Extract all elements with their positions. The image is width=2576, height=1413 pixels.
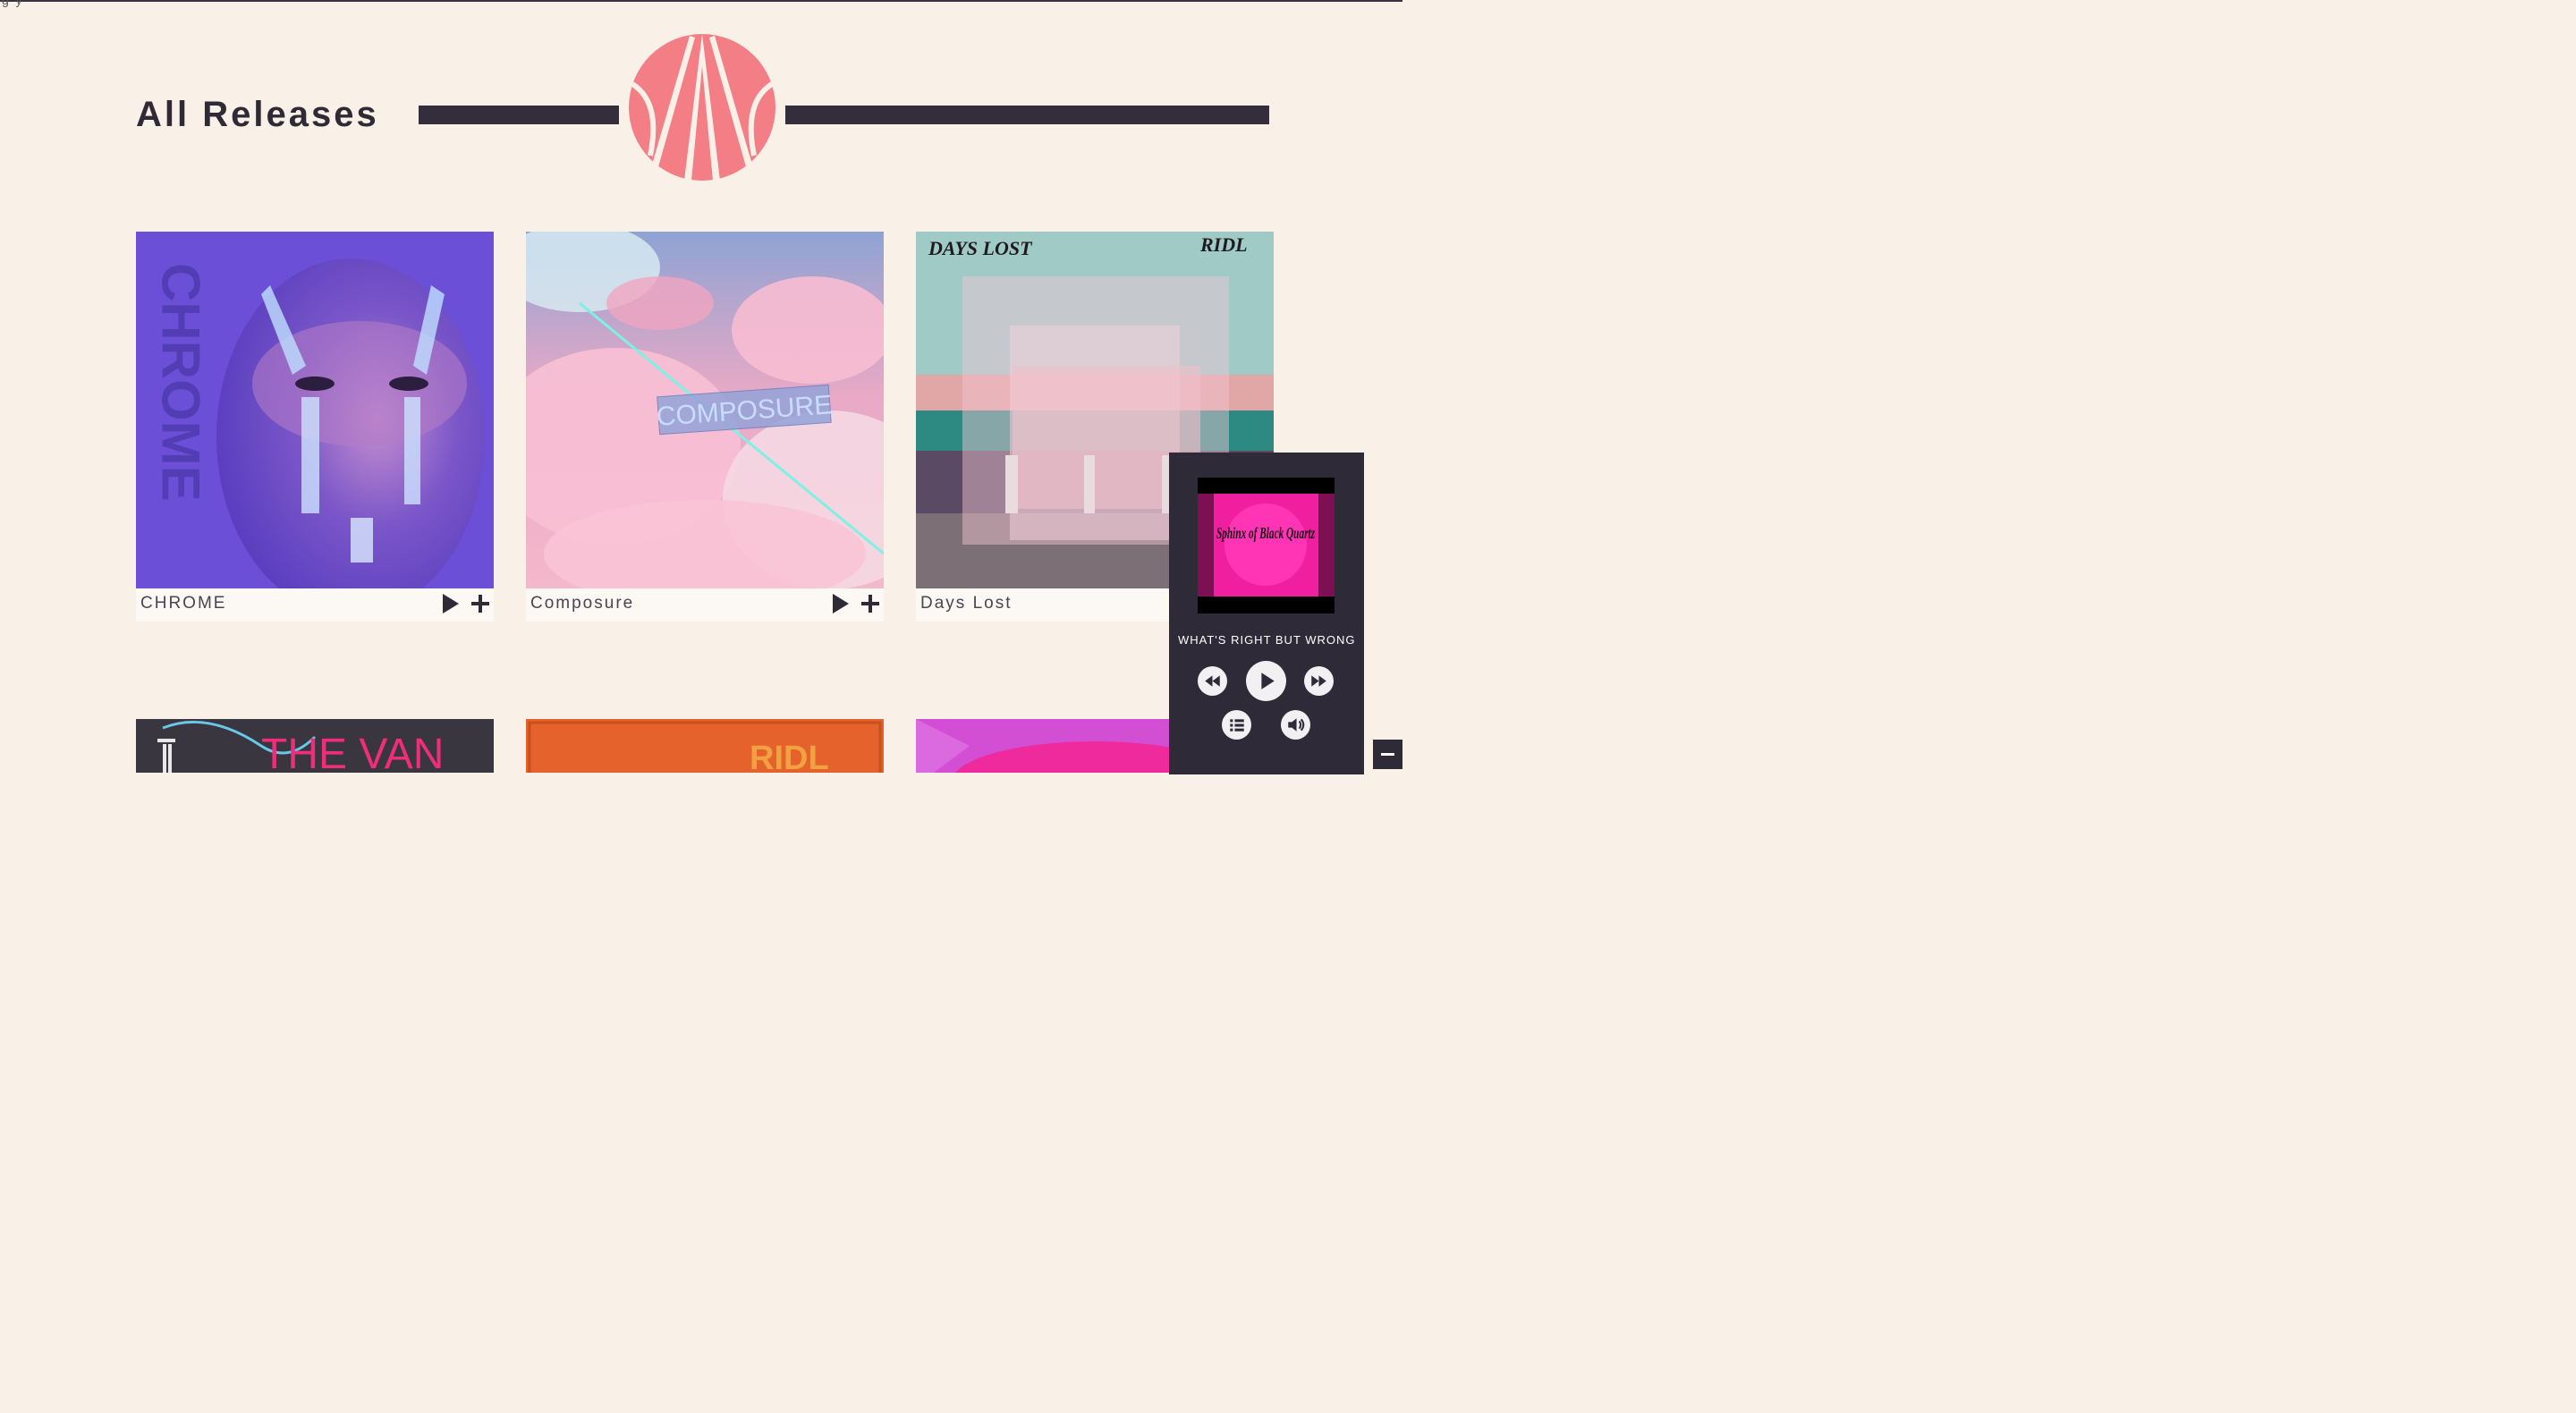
minimize-player-button[interactable] <box>1373 740 1402 769</box>
release-card-composure[interactable]: COMPOSURE Composure <box>526 232 884 622</box>
rewind-icon[interactable] <box>1198 666 1227 696</box>
release-title: Days Lost <box>920 594 1013 613</box>
playlist-icon[interactable] <box>1222 710 1251 740</box>
the-van-art-text: THE VAN <box>261 731 444 773</box>
release-cover[interactable]: RIDL <box>526 719 884 773</box>
brand-logo-icon <box>629 34 775 181</box>
release-card-row2-1[interactable]: THE VAN <box>136 719 494 773</box>
header-rule-right <box>785 106 1269 124</box>
player-cover: Sphinx of Black Quartz <box>1198 478 1335 613</box>
fast-forward-icon[interactable] <box>1304 666 1334 696</box>
release-cover[interactable]: THE VAN <box>136 719 494 773</box>
plus-icon[interactable] <box>859 592 882 615</box>
volume-icon[interactable] <box>1281 710 1310 740</box>
play-icon[interactable] <box>438 592 462 615</box>
page-title: All Releases <box>136 95 379 134</box>
header-rule-left <box>419 106 619 124</box>
releases-header: All Releases <box>0 0 1402 197</box>
release-cover-composure[interactable]: COMPOSURE <box>526 232 884 588</box>
release-caption: Composure <box>526 588 884 622</box>
chrome-art-text: CHROME <box>151 263 211 502</box>
release-card-chrome[interactable]: CHROME CHROME <box>136 232 494 622</box>
release-caption: CHROME <box>136 588 494 622</box>
ridl-art-text: RIDL <box>1199 233 1248 256</box>
mini-player: Sphinx of Black Quartz WHAT'S RIGHT BUT … <box>1169 453 1364 774</box>
minus-icon <box>1381 753 1394 756</box>
play-icon[interactable] <box>828 592 852 615</box>
ridl-art-text: RIDL <box>750 740 829 773</box>
player-cover-text: Sphinx of Black Quartz <box>1216 524 1315 542</box>
plus-icon[interactable] <box>469 592 492 615</box>
days-lost-art-text: DAYS LOST <box>928 237 1033 259</box>
release-cover-chrome[interactable]: CHROME <box>136 232 494 588</box>
release-card-row2-2[interactable]: RIDL <box>526 719 884 773</box>
release-title: CHROME <box>140 594 227 613</box>
now-playing-title: WHAT'S RIGHT BUT WRONG <box>1178 633 1355 647</box>
play-icon[interactable] <box>1246 661 1286 701</box>
release-title: Composure <box>530 594 635 613</box>
